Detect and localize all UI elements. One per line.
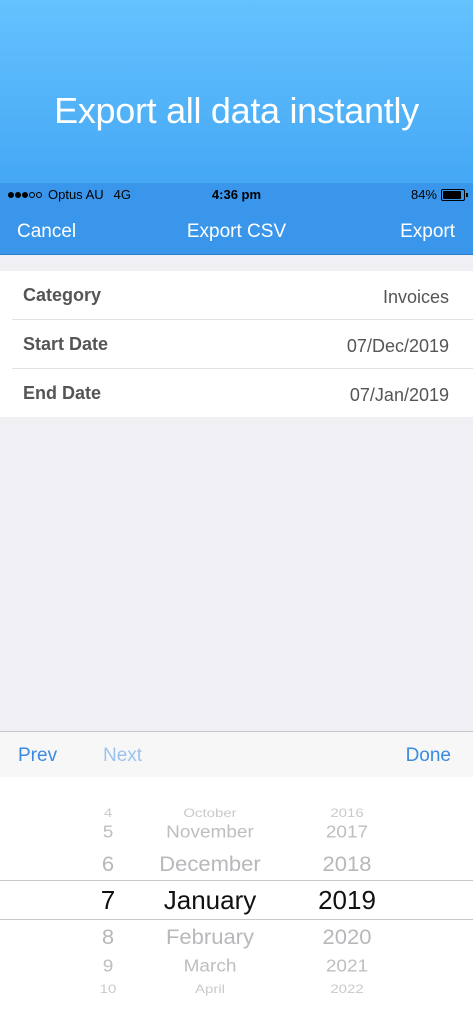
picker-day[interactable]: 4 bbox=[78, 807, 138, 820]
month-wheel[interactable]: October November December January Februa… bbox=[140, 777, 280, 1024]
battery-icon bbox=[441, 188, 468, 201]
category-row[interactable]: Category Invoices bbox=[12, 271, 473, 320]
picker-year[interactable]: 2018 bbox=[302, 851, 392, 876]
picker-month[interactable]: February bbox=[140, 924, 280, 949]
picker-month[interactable]: March bbox=[140, 957, 280, 977]
status-time: 4:36 pm bbox=[211, 187, 262, 202]
picker-day[interactable]: 10 bbox=[78, 983, 138, 996]
nav-bar: Cancel Export CSV Export bbox=[0, 207, 473, 255]
picker-year[interactable]: 2016 bbox=[302, 807, 392, 820]
picker-month[interactable]: April bbox=[140, 983, 280, 996]
picker-day[interactable]: 7 bbox=[78, 885, 138, 916]
picker-day[interactable]: 9 bbox=[78, 957, 138, 977]
start-date-value: 07/Dec/2019 bbox=[346, 336, 449, 356]
promo-title: Export all data instantly bbox=[54, 90, 419, 131]
picker-year[interactable]: 2019 bbox=[302, 885, 392, 916]
next-button[interactable]: Next bbox=[103, 745, 142, 767]
picker-year[interactable]: 2017 bbox=[302, 823, 392, 843]
picker-month[interactable]: November bbox=[140, 823, 280, 843]
category-label: Category bbox=[23, 285, 102, 305]
start-date-row[interactable]: Start Date 07/Dec/2019 bbox=[12, 320, 473, 369]
status-bar: Optus AU 4G 4:36 pm 84% bbox=[0, 183, 473, 207]
promo-banner: Export all data instantly bbox=[0, 0, 473, 183]
export-form: Category Invoices Start Date 07/Dec/2019… bbox=[0, 271, 473, 417]
export-button[interactable]: Export bbox=[400, 221, 455, 243]
battery-percent: 84% bbox=[410, 187, 437, 202]
battery-level bbox=[443, 190, 462, 199]
picker-day[interactable]: 8 bbox=[78, 924, 138, 949]
end-date-row[interactable]: End Date 07/Jan/2019 bbox=[12, 369, 473, 417]
start-date-label: Start Date bbox=[23, 334, 109, 354]
picker-year[interactable]: 2020 bbox=[302, 924, 392, 949]
picker-month[interactable]: October bbox=[140, 807, 280, 820]
end-date-value: 07/Jan/2019 bbox=[349, 385, 449, 405]
picker-day[interactable]: 6 bbox=[78, 851, 138, 876]
end-date-label: End Date bbox=[23, 383, 102, 403]
status-right: 84% bbox=[410, 187, 468, 202]
picker-day[interactable]: 5 bbox=[78, 823, 138, 843]
date-picker[interactable]: 4 5 6 7 8 9 10 October November December… bbox=[0, 777, 473, 1024]
picker-year[interactable]: 2021 bbox=[302, 957, 392, 977]
day-wheel[interactable]: 4 5 6 7 8 9 10 bbox=[78, 777, 138, 1024]
done-button[interactable]: Done bbox=[406, 745, 451, 767]
battery-tip bbox=[466, 192, 468, 197]
year-wheel[interactable]: 2016 2017 2018 2019 2020 2021 2022 bbox=[302, 777, 392, 1024]
picker-toolbar: Prev Next Done bbox=[0, 731, 473, 778]
picker-month[interactable]: December bbox=[140, 851, 280, 876]
prev-button[interactable]: Prev bbox=[18, 745, 57, 767]
category-value: Invoices bbox=[382, 287, 449, 307]
picker-year[interactable]: 2022 bbox=[302, 983, 392, 996]
picker-month[interactable]: January bbox=[140, 885, 280, 916]
